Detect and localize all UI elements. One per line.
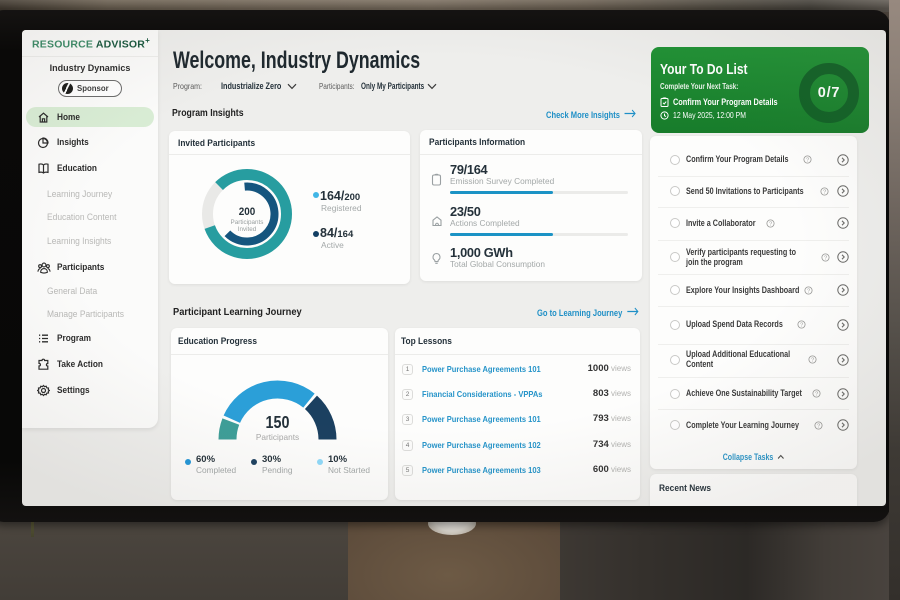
svg-text:?: ? xyxy=(806,288,809,294)
svg-text:Invited: Invited xyxy=(238,226,257,233)
svg-text:Participants: Participants xyxy=(231,219,264,226)
svg-text:?: ? xyxy=(816,423,819,429)
svg-text:?: ? xyxy=(810,358,813,364)
svg-text:Participants: Participants xyxy=(256,432,299,442)
svg-text:?: ? xyxy=(799,323,802,329)
svg-text:?: ? xyxy=(768,221,771,227)
svg-text:?: ? xyxy=(823,256,826,262)
svg-text:?: ? xyxy=(814,392,817,398)
svg-text:?: ? xyxy=(822,189,825,195)
svg-text:200: 200 xyxy=(239,206,256,218)
svg-text:150: 150 xyxy=(266,412,290,432)
svg-text:?: ? xyxy=(805,158,808,164)
